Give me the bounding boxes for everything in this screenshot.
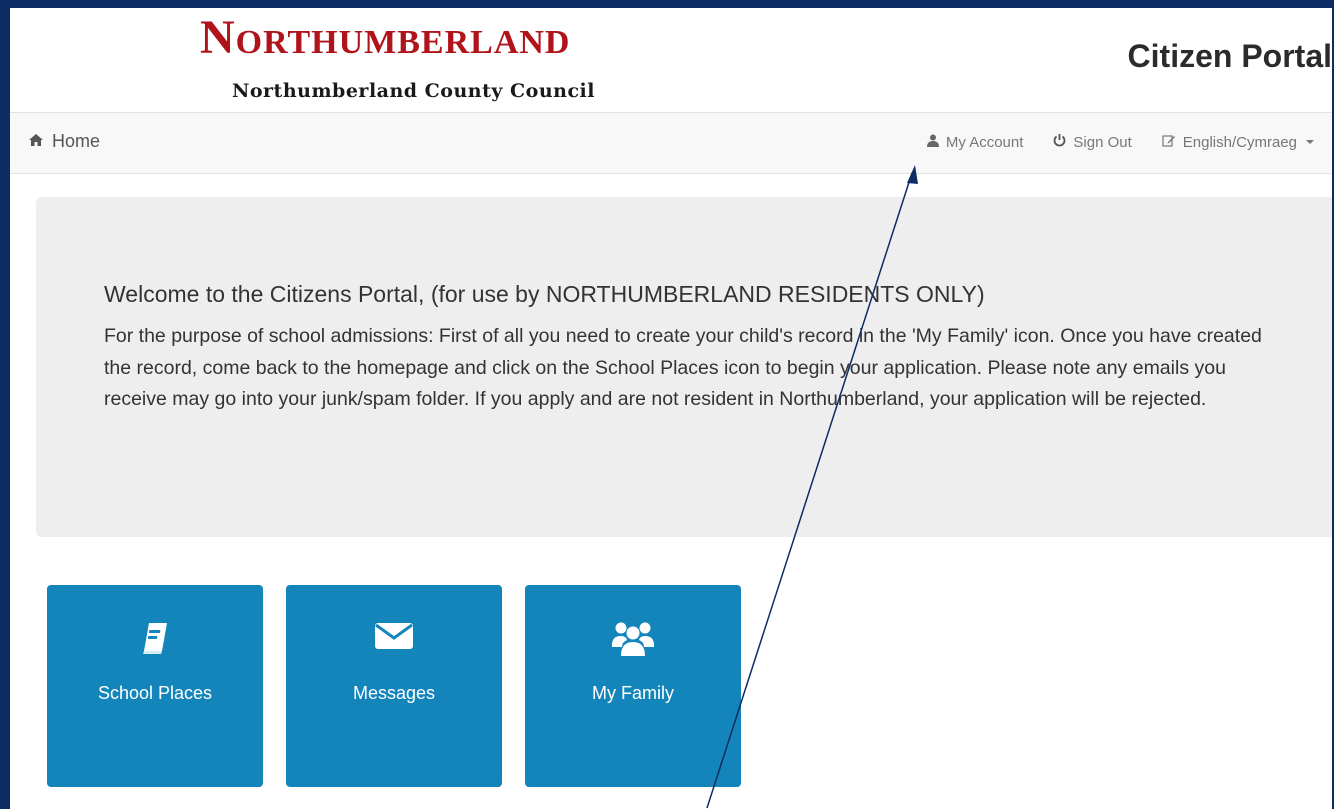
school-places-tile[interactable]: School Places [47,585,263,787]
home-icon [28,131,44,152]
user-icon [926,134,939,151]
nav-right: My Account Sign Out English/Cymraeg [926,133,1314,151]
language-label: English/Cymraeg [1182,133,1297,151]
council-subtitle: Northumberland County Council [232,80,595,102]
edit-icon [1162,134,1176,151]
messages-tile[interactable]: Messages [286,585,502,787]
welcome-heading: Welcome to the Citizens Portal, (for use… [104,281,985,307]
page: Northumberland Northumberland County Cou… [10,8,1332,809]
my-account-label: My Account [945,133,1024,151]
portal-title: Citizen Portal [1127,38,1332,74]
users-icon [525,621,741,657]
welcome-panel: Welcome to the Citizens Portal, (for use… [36,197,1332,537]
power-icon [1053,133,1066,151]
sign-out-link[interactable]: Sign Out [1053,133,1132,151]
intro-text: For the purpose of school admissions: Fi… [104,325,1262,410]
my-family-label: My Family [592,683,674,703]
header: Northumberland Northumberland County Cou… [10,8,1332,112]
my-family-tile[interactable]: My Family [525,585,741,787]
home-label: Home [52,131,101,151]
council-logo[interactable]: Northumberland [200,8,571,68]
caret-down-icon [1306,140,1314,144]
language-dropdown[interactable]: English/Cymraeg [1162,133,1314,151]
envelope-icon [286,621,502,651]
my-account-link[interactable]: My Account [926,133,1024,151]
sign-out-label: Sign Out [1073,133,1132,151]
school-places-label: School Places [97,683,213,703]
messages-label: Messages [352,683,436,703]
nav-home-link[interactable]: Home [28,131,100,152]
navbar: Home My Account Sign Out English/Cymraeg [10,112,1332,174]
book-icon [47,621,263,655]
